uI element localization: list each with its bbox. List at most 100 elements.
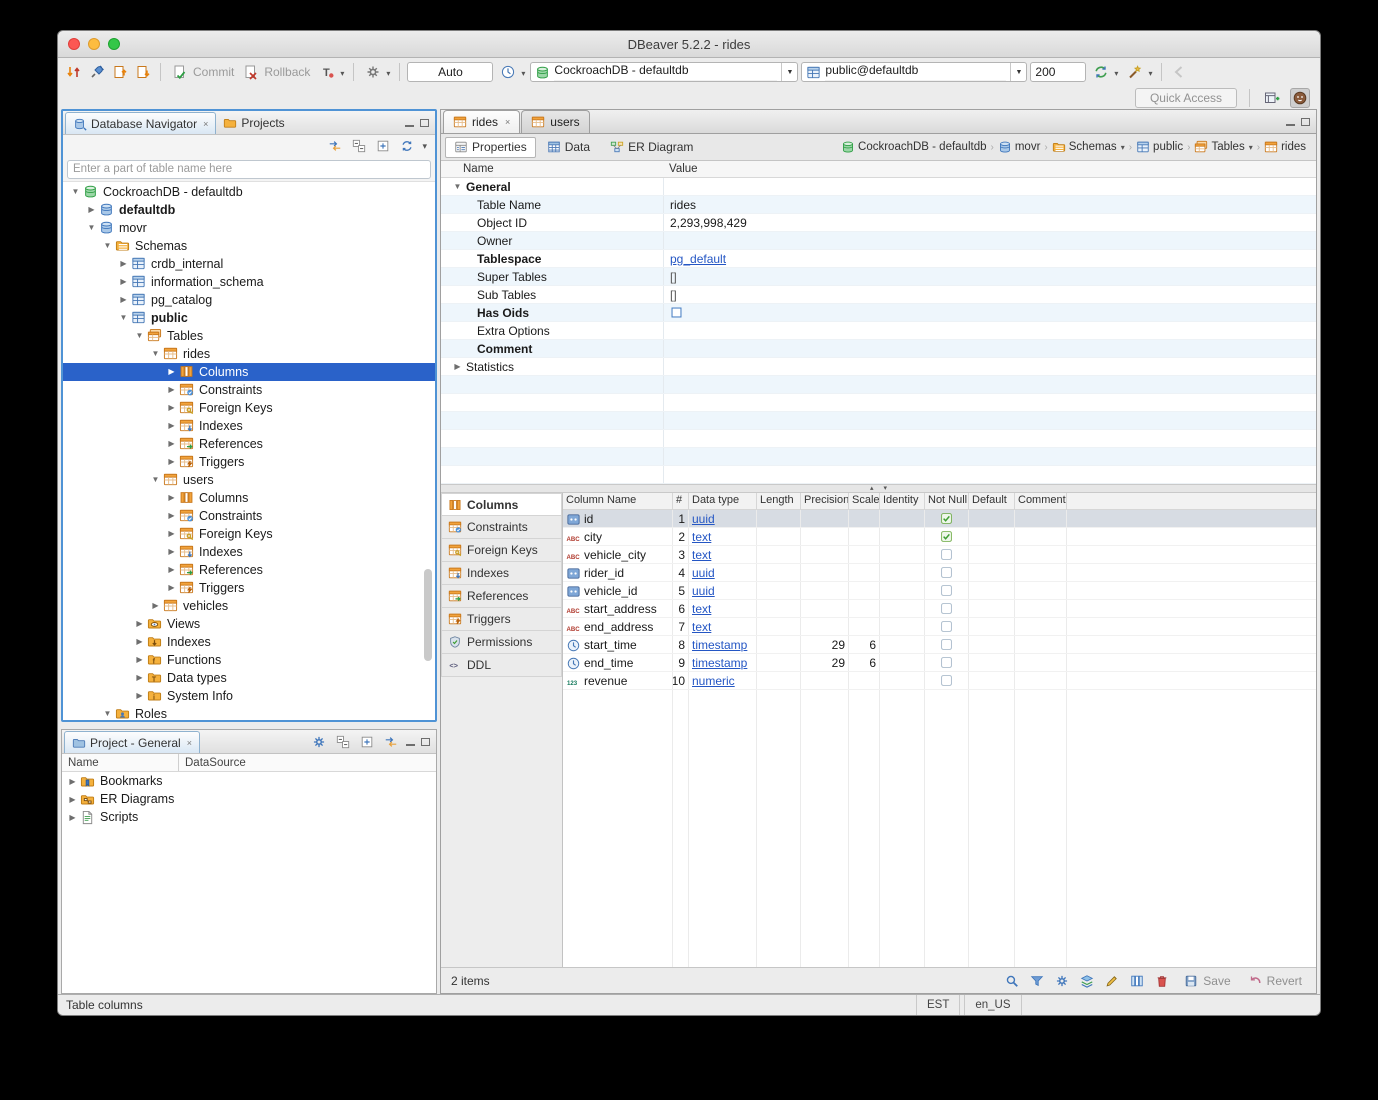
fetch-size-input[interactable] xyxy=(1030,62,1086,82)
expand-arrow-icon[interactable]: ▶ xyxy=(85,205,98,214)
grid-header-column-name[interactable]: Column Name xyxy=(563,493,673,510)
tree-item-indexes[interactable]: ▶Indexes xyxy=(63,633,435,651)
checkbox-unchecked-icon[interactable] xyxy=(940,620,954,634)
tree-item-rides[interactable]: ▼rides xyxy=(63,345,435,363)
edit-icon[interactable] xyxy=(1103,972,1121,990)
expand-arrow-icon[interactable]: ▶ xyxy=(165,547,178,556)
checkbox-checked-icon[interactable] xyxy=(940,512,954,526)
tree-item-constraints[interactable]: ▶Constraints xyxy=(63,507,435,525)
tree-item-information-schema[interactable]: ▶information_schema xyxy=(63,273,435,291)
minimize-panel-icon[interactable] xyxy=(406,744,415,746)
expand-arrow-icon[interactable]: ▶ xyxy=(165,367,178,376)
transaction-log-button[interactable]: T xyxy=(315,61,346,83)
maximize-panel-icon[interactable] xyxy=(421,738,430,746)
column-row-revenue[interactable]: 123revenue10numeric xyxy=(563,672,1316,690)
detail-tab-permissions[interactable]: Permissions xyxy=(441,631,562,654)
tree-item-defaultdb[interactable]: ▶defaultdb xyxy=(63,201,435,219)
checkbox-unchecked-icon[interactable] xyxy=(940,566,954,580)
property-row-table-name[interactable]: Table Namerides xyxy=(441,196,1316,214)
expand-arrow-icon[interactable]: ▶ xyxy=(133,673,146,682)
property-row-extra-options[interactable]: Extra Options xyxy=(441,322,1316,340)
detail-tab-indexes[interactable]: Indexes xyxy=(441,562,562,585)
column-row-start-address[interactable]: ABCstart_address6text xyxy=(563,600,1316,618)
commit-button[interactable]: Commit xyxy=(168,61,236,83)
export-data-icon[interactable] xyxy=(110,62,130,82)
detail-tab-triggers[interactable]: Triggers xyxy=(441,608,562,631)
expand-arrow-icon[interactable]: ▶ xyxy=(451,362,464,371)
view-menu-icon[interactable]: ▾ xyxy=(422,141,427,152)
project-item-bookmarks[interactable]: ▶Bookmarks xyxy=(62,772,436,790)
tools-button[interactable] xyxy=(1123,61,1154,83)
collapse-arrow-icon[interactable]: ▼ xyxy=(69,187,82,196)
column-row-id[interactable]: id1uuid xyxy=(563,510,1316,528)
datatype-link-numeric[interactable]: numeric xyxy=(692,674,735,688)
subtab-data[interactable]: Data xyxy=(538,137,599,158)
revert-button[interactable]: Revert xyxy=(1242,971,1306,991)
datatype-link-uuid[interactable]: uuid xyxy=(692,584,715,598)
collapse-arrow-icon[interactable]: ▼ xyxy=(101,241,114,250)
grid-header-[interactable]: # xyxy=(673,493,689,510)
zoom-window-button[interactable] xyxy=(108,38,120,50)
transaction-history-button[interactable] xyxy=(496,61,527,83)
datatype-link-uuid[interactable]: uuid xyxy=(692,566,715,580)
project-item-er-diagrams[interactable]: ▶ER Diagrams xyxy=(62,790,436,808)
filter-icon[interactable] xyxy=(1028,972,1046,990)
collapse-arrow-icon[interactable]: ▼ xyxy=(451,182,464,191)
tree-item-indexes[interactable]: ▶Indexes xyxy=(63,543,435,561)
collapse-up-icon[interactable]: ▴ xyxy=(870,485,874,492)
datatype-link-text[interactable]: text xyxy=(692,530,711,544)
project-item-scripts[interactable]: ▶Scripts xyxy=(62,808,436,826)
datatype-link-text[interactable]: text xyxy=(692,620,711,634)
tree-item-triggers[interactable]: ▶Triggers xyxy=(63,453,435,471)
breadcrumb-public[interactable]: public xyxy=(1134,139,1185,155)
property-row-object-id[interactable]: Object ID2,293,998,429 xyxy=(441,214,1316,232)
table-filter-input[interactable] xyxy=(67,160,431,179)
sync-icon[interactable] xyxy=(398,137,416,155)
expand-arrow-icon[interactable]: ▶ xyxy=(165,511,178,520)
minimize-panel-icon[interactable] xyxy=(405,125,414,127)
expand-arrow-icon[interactable]: ▶ xyxy=(133,655,146,664)
column-row-end-time[interactable]: end_time9timestamp296 xyxy=(563,654,1316,672)
detail-tab-columns[interactable]: Columns xyxy=(441,493,562,516)
tree-item-system-info[interactable]: ▶iSystem Info xyxy=(63,687,435,705)
timezone-indicator[interactable]: EST xyxy=(916,995,960,1015)
tree-item-foreign-keys[interactable]: ▶Foreign Keys xyxy=(63,525,435,543)
property-group-statistics[interactable]: ▶Statistics xyxy=(441,358,1316,376)
tree-item-columns[interactable]: ▶Columns xyxy=(63,363,435,381)
tree-item-data-types[interactable]: ▶TData types xyxy=(63,669,435,687)
subtab-er-diagram[interactable]: ER Diagram xyxy=(601,137,702,158)
expand-arrow-icon[interactable]: ▶ xyxy=(149,601,162,610)
tree-item-movr[interactable]: ▼movr xyxy=(63,219,435,237)
grid-header-length[interactable]: Length xyxy=(757,493,801,510)
connect-icon[interactable] xyxy=(87,62,107,82)
detail-tab-foreign-keys[interactable]: Foreign Keys xyxy=(441,539,562,562)
expand-arrow-icon[interactable]: ▶ xyxy=(133,637,146,646)
link-pg-default[interactable]: pg_default xyxy=(670,252,726,266)
tree-scrollbar[interactable] xyxy=(424,569,432,661)
minimize-window-button[interactable] xyxy=(88,38,100,50)
tree-item-crdb-internal[interactable]: ▶crdb_internal xyxy=(63,255,435,273)
breadcrumb-movr[interactable]: movr xyxy=(996,139,1043,155)
locale-indicator[interactable]: en_US xyxy=(964,995,1021,1015)
checkbox-unchecked-icon[interactable] xyxy=(940,584,954,598)
navigator-tab-database-navigator[interactable]: Database Navigator xyxy=(65,112,216,134)
property-row-comment[interactable]: Comment xyxy=(441,340,1316,358)
tree-item-tables[interactable]: ▼Tables xyxy=(63,327,435,345)
grid-header-comment[interactable]: Comment xyxy=(1015,493,1067,510)
tab-project-general[interactable]: Project - General xyxy=(64,731,200,753)
tree-item-constraints[interactable]: ▶Constraints xyxy=(63,381,435,399)
link-with-editor-icon[interactable] xyxy=(326,137,344,155)
detail-tab-ddl[interactable]: <>DDL xyxy=(441,654,562,677)
datatype-link-text[interactable]: text xyxy=(692,548,711,562)
grid-header-precision[interactable]: Precision xyxy=(801,493,849,510)
subtab-properties[interactable]: Properties xyxy=(445,137,536,158)
column-header-datasource[interactable]: DataSource xyxy=(179,757,246,769)
gear-icon[interactable] xyxy=(310,733,328,751)
collapse-all-icon[interactable] xyxy=(350,137,368,155)
tree-item-cockroachdb-defaultdb[interactable]: ▼CockroachDB - defaultdb xyxy=(63,183,435,201)
commit-mode-select[interactable]: Auto xyxy=(407,62,493,82)
link-with-editor-icon[interactable] xyxy=(382,733,400,751)
breadcrumb-rides[interactable]: rides xyxy=(1262,139,1308,155)
column-row-vehicle-city[interactable]: ABCvehicle_city3text xyxy=(563,546,1316,564)
property-row-super-tables[interactable]: Super Tables[] xyxy=(441,268,1316,286)
